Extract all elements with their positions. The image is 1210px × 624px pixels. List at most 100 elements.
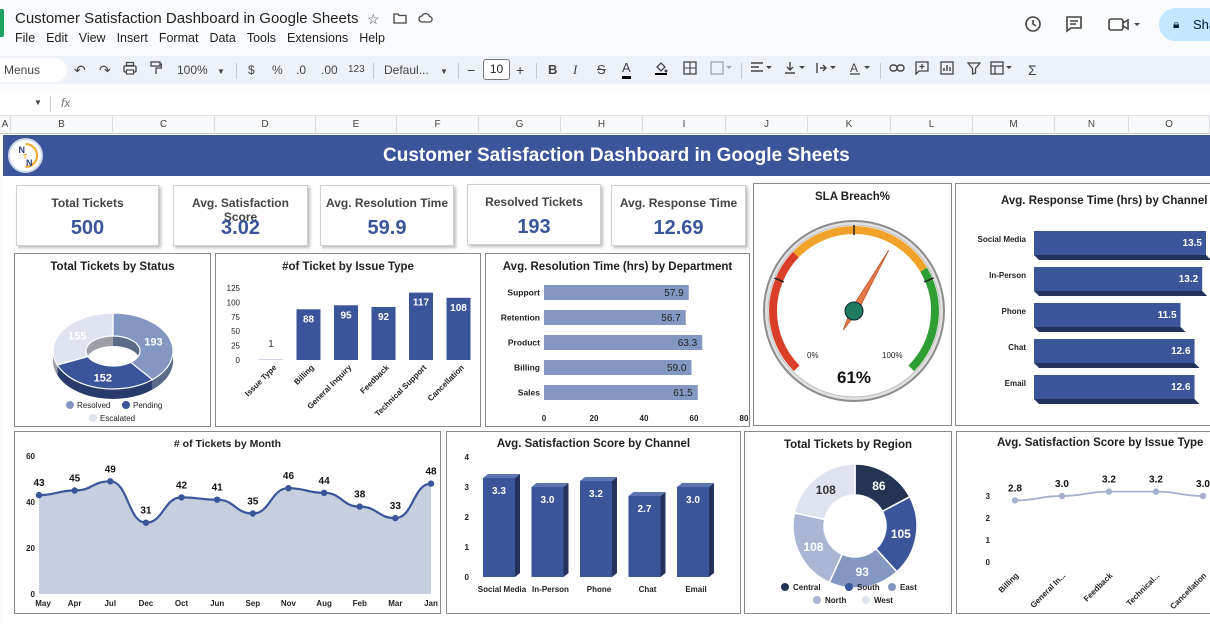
zoom-select[interactable]: 100% ▼ bbox=[177, 61, 225, 79]
x-tick-label: Jul bbox=[104, 599, 116, 608]
insert-link-icon[interactable] bbox=[889, 61, 905, 79]
data-label: 31 bbox=[140, 506, 152, 517]
gauge-value-label: 61% bbox=[837, 368, 871, 387]
x-tick-label: Phone bbox=[587, 585, 612, 594]
data-label: 45 bbox=[69, 474, 81, 485]
menu-format[interactable]: Format bbox=[159, 31, 199, 45]
chart-satisfaction-by-channel[interactable]: Avg. Satisfaction Score by Channel 43210… bbox=[446, 431, 741, 614]
text-wrapping-icon[interactable] bbox=[816, 61, 840, 79]
font-size-input[interactable]: 10 bbox=[483, 59, 510, 80]
number-format-button[interactable]: 123 bbox=[348, 61, 365, 79]
document-title[interactable]: Customer Satisfaction Dashboard in Googl… bbox=[15, 10, 359, 27]
column-header-b[interactable]: B bbox=[11, 116, 113, 134]
version-history-icon[interactable] bbox=[1022, 14, 1044, 36]
italic-icon[interactable]: I bbox=[573, 61, 577, 79]
menu-insert[interactable]: Insert bbox=[117, 31, 148, 45]
horizontal-align-icon[interactable] bbox=[750, 61, 774, 79]
y-category-label: Chat bbox=[1008, 343, 1026, 352]
percent-format-button[interactable]: % bbox=[272, 61, 283, 79]
column-header-o[interactable]: O bbox=[1129, 116, 1210, 134]
increase-decimal-button[interactable]: .00 bbox=[321, 61, 338, 79]
legend-label: Central bbox=[793, 583, 821, 592]
fill-color-icon[interactable] bbox=[654, 61, 668, 79]
vertical-align-icon[interactable] bbox=[784, 61, 808, 79]
strikethrough-icon[interactable]: S bbox=[597, 61, 606, 79]
menu-edit[interactable]: Edit bbox=[46, 31, 68, 45]
formula-input[interactable] bbox=[80, 94, 1200, 114]
chart-tickets-by-month[interactable]: # of Tickets by Month 60 40 20 0 43 May 45 Apr 4… bbox=[14, 431, 441, 614]
functions-icon[interactable]: Σ bbox=[1028, 61, 1037, 79]
text-color-icon[interactable]: A bbox=[622, 61, 631, 79]
column-header-g[interactable]: G bbox=[479, 116, 561, 134]
chart-tickets-by-status[interactable]: Total Tickets by Status 193 152 155 Resolve… bbox=[14, 253, 211, 427]
move-folder-icon[interactable] bbox=[393, 11, 407, 27]
data-point bbox=[1199, 492, 1207, 500]
chart-tickets-by-region[interactable]: Total Tickets by Region 86 105 93 108 108 Cen… bbox=[744, 431, 952, 614]
print-icon[interactable] bbox=[123, 61, 137, 79]
y-tick-label: 2 bbox=[986, 514, 991, 523]
data-label: 3.2 bbox=[589, 489, 603, 500]
meet-video-icon[interactable] bbox=[1106, 14, 1142, 36]
share-button[interactable]: 🔒︎ Sha bbox=[1159, 8, 1210, 41]
cloud-status-icon[interactable] bbox=[418, 11, 434, 27]
chart-sla-breach[interactable]: SLA Breach% 0% 100% 61% bbox=[753, 183, 952, 426]
text-rotation-icon[interactable]: A bbox=[849, 61, 875, 79]
column-header-h[interactable]: H bbox=[561, 116, 643, 134]
chart-tickets-by-issue-type[interactable]: #of Ticket by Issue Type 125 100 75 50 25 0 1 I… bbox=[215, 253, 481, 427]
filter-views-icon[interactable] bbox=[990, 61, 1016, 79]
chart-response-by-channel[interactable]: Avg. Response Time (hrs) by Channel Soci… bbox=[955, 183, 1210, 426]
kpi-avg-response-time[interactable]: Avg. Response Time 12.69 bbox=[611, 185, 746, 246]
column-header-j[interactable]: J bbox=[726, 116, 808, 134]
legend-marker bbox=[813, 596, 821, 604]
chart-satisfaction-by-issue-type[interactable]: Avg. Satisfaction Score by Issue Type 32… bbox=[956, 431, 1210, 614]
menu-data[interactable]: Data bbox=[209, 31, 235, 45]
column-header-f[interactable]: F bbox=[397, 116, 479, 134]
name-box-dropdown-icon[interactable]: ▼ bbox=[34, 98, 42, 107]
star-icon[interactable]: ☆ bbox=[367, 11, 380, 28]
redo-icon[interactable]: ↷ bbox=[99, 61, 111, 79]
share-label: Sha bbox=[1193, 17, 1210, 32]
column-header-i[interactable]: I bbox=[643, 116, 726, 134]
decrease-font-size-button[interactable]: − bbox=[467, 61, 475, 79]
font-select[interactable]: Defaul... ▼ bbox=[384, 61, 448, 79]
column-header-k[interactable]: K bbox=[808, 116, 891, 134]
bar-top-4 bbox=[677, 483, 714, 487]
column-header-c[interactable]: C bbox=[113, 116, 215, 134]
increase-font-size-button[interactable]: + bbox=[516, 61, 524, 79]
paint-format-icon[interactable] bbox=[150, 61, 163, 79]
kpi-total-tickets[interactable]: Total Tickets 500 bbox=[16, 185, 159, 246]
menu-view[interactable]: View bbox=[79, 31, 106, 45]
comments-icon[interactable] bbox=[1063, 14, 1085, 36]
merge-cells-icon[interactable] bbox=[710, 61, 732, 79]
data-label: 48 bbox=[425, 467, 437, 478]
kpi-avg-resolution-time[interactable]: Avg. Resolution Time 59.9 bbox=[320, 185, 454, 246]
x-tick-label: Apr bbox=[68, 599, 82, 608]
y-tick-label: 50 bbox=[231, 327, 240, 336]
undo-icon[interactable]: ↶ bbox=[74, 61, 86, 79]
filter-icon[interactable] bbox=[966, 61, 982, 79]
menu-extensions[interactable]: Extensions bbox=[287, 31, 348, 45]
column-header-e[interactable]: E bbox=[316, 116, 397, 134]
kpi-avg-satisfaction-score[interactable]: Avg. Satisfaction Score 3.02 bbox=[173, 185, 308, 246]
column-header-m[interactable]: M bbox=[973, 116, 1055, 134]
data-label: 57.9 bbox=[664, 288, 684, 299]
menu-help[interactable]: Help bbox=[359, 31, 385, 45]
column-header-n[interactable]: N bbox=[1055, 116, 1129, 134]
currency-format-button[interactable]: $ bbox=[248, 61, 255, 79]
menu-tools[interactable]: Tools bbox=[247, 31, 276, 45]
column-header-l[interactable]: L bbox=[891, 116, 973, 134]
decrease-decimal-button[interactable]: .0 bbox=[296, 61, 306, 79]
kpi-value: 12.69 bbox=[653, 217, 704, 239]
search-menus-button[interactable]: Menus bbox=[0, 58, 67, 82]
column-header-a[interactable]: A bbox=[0, 116, 11, 134]
legend-marker bbox=[845, 583, 853, 591]
bold-icon[interactable]: B bbox=[548, 61, 557, 79]
borders-icon[interactable] bbox=[683, 61, 697, 79]
column-header-d[interactable]: D bbox=[215, 116, 316, 134]
chart-resolution-by-department[interactable]: Avg. Resolution Time (hrs) by Department… bbox=[485, 253, 750, 427]
kpi-resolved-tickets[interactable]: Resolved Tickets 193 bbox=[467, 184, 601, 245]
menu-file[interactable]: File bbox=[15, 31, 35, 45]
sheets-logo-icon[interactable] bbox=[0, 9, 4, 37]
insert-comment-icon[interactable] bbox=[915, 61, 929, 79]
insert-chart-icon[interactable] bbox=[940, 61, 954, 79]
